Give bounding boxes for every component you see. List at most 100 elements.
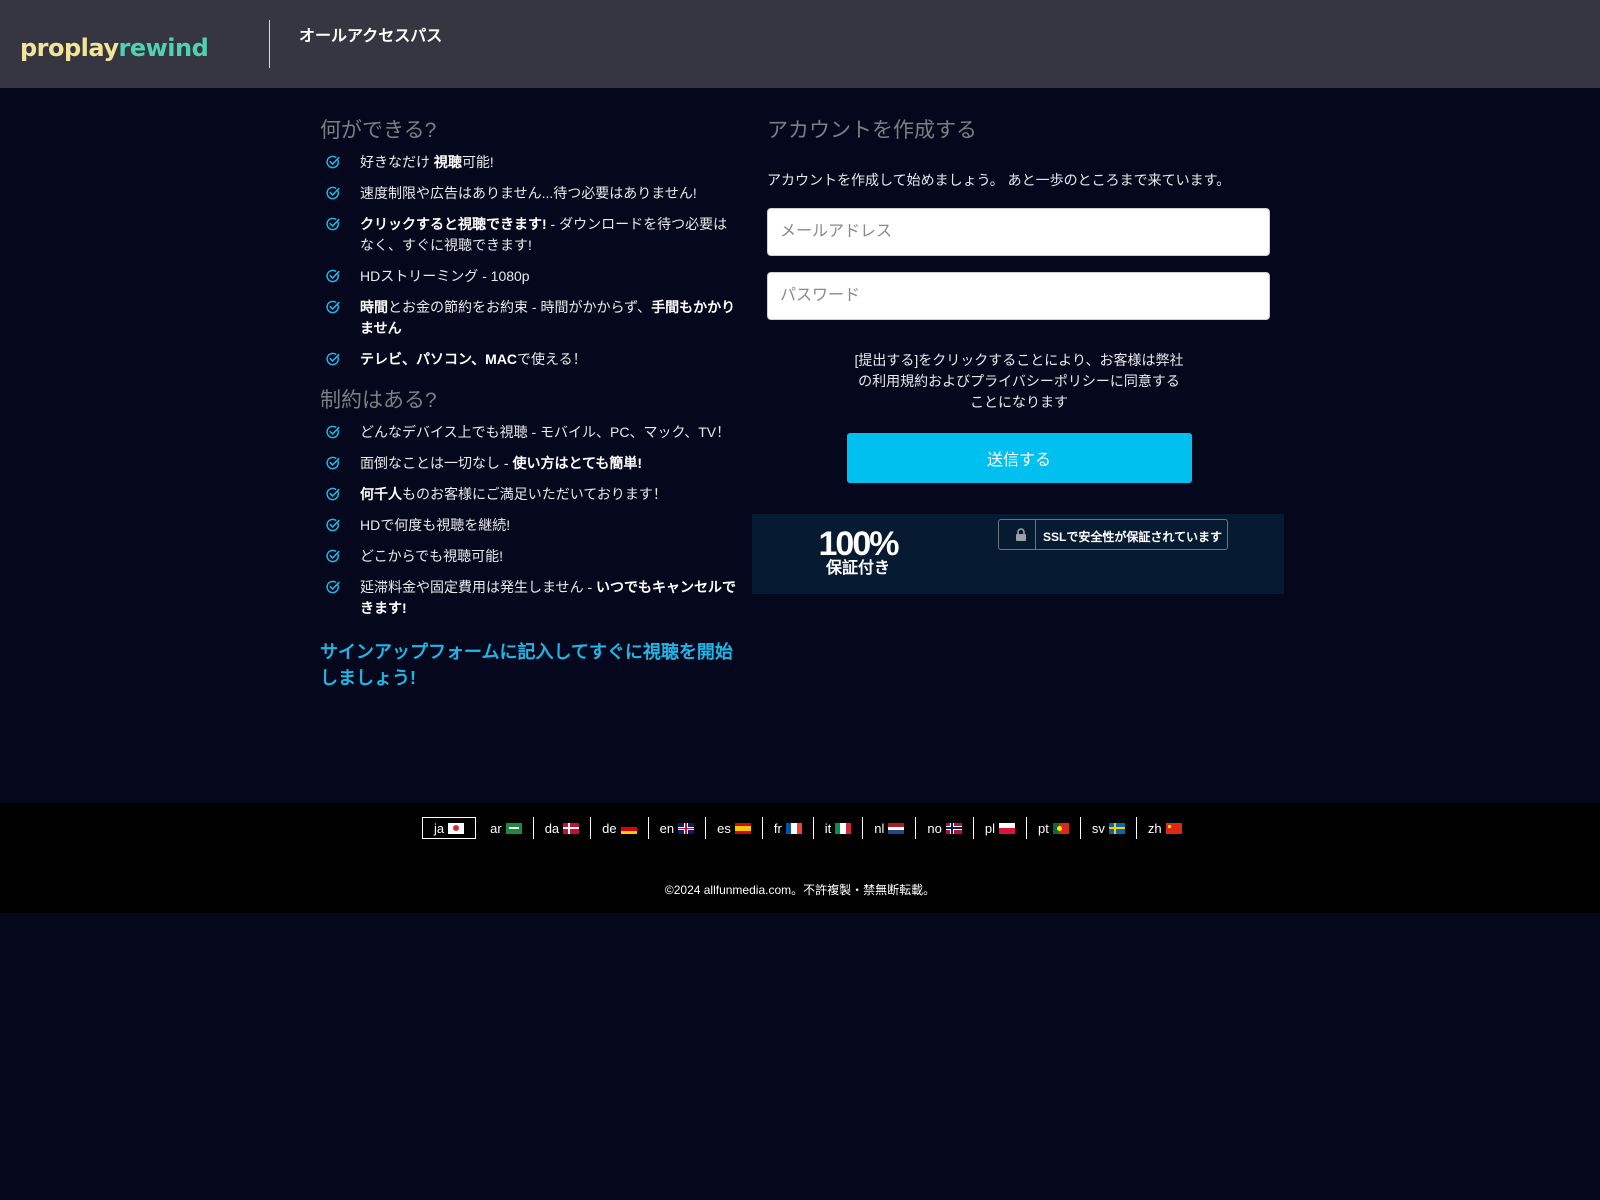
flag-dk-icon (563, 822, 580, 834)
feature-item: 時間とお金の節約をお約束 - 時間がかからず、手間もかかりません (320, 297, 740, 339)
terms-text: [提出する]をクリックすることにより、お客様は弊社の利用規約およびプライバシーポ… (854, 352, 1184, 410)
guarantee-badge: 100% 保証付き (808, 525, 908, 578)
language-option-sv[interactable]: sv (1081, 817, 1137, 839)
check-circle-icon (326, 580, 340, 594)
language-option-pl[interactable]: pl (974, 817, 1027, 839)
check-circle-icon (326, 487, 340, 501)
check-circle-icon (326, 269, 340, 283)
feature-text: HDストリーミング - 1080p (360, 268, 530, 284)
language-option-no[interactable]: no (916, 817, 974, 839)
flag-sa-icon (505, 822, 522, 834)
language-option-fr[interactable]: fr (763, 817, 814, 839)
language-code: pt (1038, 820, 1049, 836)
ssl-lock-cell (999, 520, 1036, 549)
check-circle-icon (326, 425, 340, 439)
features-heading: 何ができる? (320, 119, 437, 142)
site-logo[interactable]: proplayrewind (20, 34, 209, 62)
restriction-item: HDで何度も視聴を継続! (320, 515, 740, 536)
flag-de-icon (620, 822, 637, 834)
check-circle-icon (326, 186, 340, 200)
signup-form-column: アカウントを作成する アカウントを作成して始めましょう。 あと一歩のところまで来… (767, 114, 1271, 483)
feature-text: 面倒なことは一切なし - (360, 455, 513, 471)
language-code: ar (490, 820, 502, 836)
features-list: 好きなだけ 視聴可能! 速度制限や広告はありません...待つ必要はありません! クリ… (320, 152, 740, 370)
check-circle-icon (326, 456, 340, 470)
check-circle-icon (326, 352, 340, 366)
language-selector: ja ar da de en es fr it nl no pl pt sv zh (422, 817, 1193, 839)
feature-text: HDで何度も視聴を継続! (360, 517, 511, 533)
language-option-pt[interactable]: pt (1027, 817, 1081, 839)
page-title: オールアクセスパス (299, 28, 443, 45)
page-footer: ja ar da de en es fr it nl no pl pt sv zh ©2024 allfu… (0, 803, 1600, 913)
flag-pt-icon (1052, 822, 1069, 834)
language-code: no (927, 820, 942, 836)
signup-cta-text: サインアップフォームに記入してすぐに視聴を開始しましょう! (320, 642, 733, 688)
feature-item: テレビ、パソコン、MACで使える！ (320, 349, 740, 370)
language-option-zh[interactable]: zh (1137, 817, 1193, 839)
language-option-it[interactable]: it (814, 817, 864, 839)
language-code: it (824, 820, 832, 836)
flag-fr-icon (785, 822, 802, 834)
feature-text: ものお客様にご満足いただいております！ (402, 486, 667, 502)
flag-cn-icon (1165, 822, 1182, 834)
check-circle-icon (326, 155, 340, 169)
feature-text: 速度制限や広告はありません...待つ必要はありません! (360, 185, 697, 201)
language-option-ja[interactable]: ja (422, 817, 477, 839)
restriction-item: 面倒なことは一切なし - 使い方はとても簡単! (320, 453, 740, 474)
feature-item: 好きなだけ 視聴可能! (320, 152, 740, 173)
feature-text: で使える！ (517, 351, 587, 367)
language-option-da[interactable]: da (534, 817, 592, 839)
trust-banner: 100% 保証付き SSLで安全性が保証されています (752, 514, 1284, 594)
language-option-ar[interactable]: ar (479, 817, 534, 839)
feature-text: どこからでも視聴可能! (360, 548, 504, 564)
restriction-item: 延滞料金や固定費用は発生しません - いつでもキャンセルできます! (320, 577, 740, 619)
lock-icon (1016, 528, 1026, 541)
flag-no-icon (945, 822, 962, 834)
form-subtitle: アカウントを作成して始めましょう。 あと一歩のところまで来ています。 (767, 172, 1231, 188)
feature-text-bold: 使い方はとても簡単! (512, 455, 642, 471)
logo-text-primary: proplay (20, 34, 119, 62)
language-code: ja (434, 820, 445, 836)
restrictions-list: どんなデバイス上でも視聴 - モバイル、PC、マック、TV！ 面倒なことは一切なし… (320, 422, 740, 619)
feature-text-bold: 何千人 (360, 486, 402, 502)
guarantee-percent: 100% (818, 525, 900, 563)
language-code: fr (773, 820, 782, 836)
language-code: sv (1091, 820, 1105, 836)
language-code: pl (984, 820, 995, 836)
email-field[interactable] (767, 208, 1270, 256)
feature-text-bold: 時間 (360, 299, 388, 315)
language-code: es (717, 820, 731, 836)
restriction-item: 何千人ものお客様にご満足いただいております！ (320, 484, 740, 505)
language-option-en[interactable]: en (649, 817, 707, 839)
language-code: en (659, 820, 675, 836)
feature-text: 好きなだけ (360, 154, 434, 170)
check-circle-icon (326, 217, 340, 231)
restriction-item: どんなデバイス上でも視聴 - モバイル、PC、マック、TV！ (320, 422, 740, 443)
language-code: de (602, 820, 617, 836)
feature-item: クリックすると視聴できます! - ダウンロードを待つ必要はなく、すぐに視聴できま… (320, 214, 740, 256)
restriction-item: どこからでも視聴可能! (320, 546, 740, 567)
feature-text-bold: クリックすると視聴できます! (360, 216, 547, 232)
password-field[interactable] (767, 272, 1270, 320)
feature-text: 延滞料金や固定費用は発生しません - (360, 579, 597, 595)
restrictions-heading: 制約はある? (320, 389, 437, 412)
language-option-de[interactable]: de (591, 817, 649, 839)
benefits-column: 何ができる? 好きなだけ 視聴可能! 速度制限や広告はありません...待つ必要はあ… (320, 114, 740, 691)
flag-gb-icon (678, 822, 695, 834)
feature-text-bold: テレビ、パソコン、MAC (360, 351, 518, 367)
submit-button[interactable]: 送信する (846, 433, 1192, 483)
language-option-nl[interactable]: nl (863, 817, 917, 839)
flag-se-icon (1108, 822, 1125, 834)
language-code: da (544, 820, 560, 836)
language-option-es[interactable]: es (706, 817, 763, 839)
ssl-text: SSLで安全性が保証されています (1043, 530, 1222, 544)
feature-item: 速度制限や広告はありません...待つ必要はありません! (320, 183, 740, 204)
check-circle-icon (326, 549, 340, 563)
language-code: nl (874, 820, 885, 836)
flag-es-icon (734, 822, 751, 834)
feature-text: 可能! (461, 154, 494, 170)
logo-text-secondary: rewind (118, 34, 209, 62)
flag-jp-icon (448, 822, 465, 834)
flag-pl-icon (999, 822, 1015, 834)
flag-nl-icon (888, 822, 905, 834)
